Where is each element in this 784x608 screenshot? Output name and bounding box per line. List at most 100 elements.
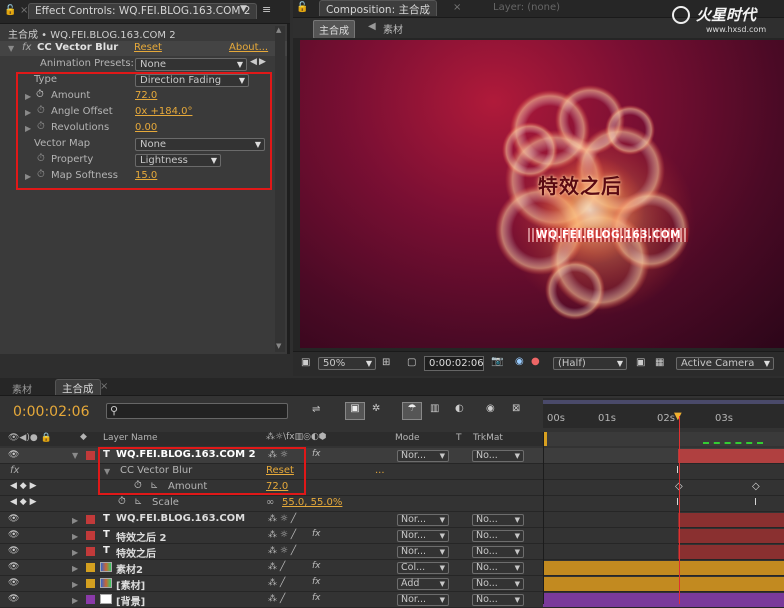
reset-link[interactable]: Reset xyxy=(134,42,162,53)
subtab-main[interactable]: 主合成 xyxy=(313,20,355,39)
fx-switch-icon[interactable]: fx xyxy=(312,577,321,587)
tab-timeline-source[interactable]: 素材 xyxy=(12,381,32,396)
panel-menu-icon[interactable]: ≡ xyxy=(262,3,271,16)
expand-triangle-icon[interactable]: ▶ xyxy=(72,532,78,541)
layer-duration-bar[interactable] xyxy=(678,545,784,559)
keyframe-nav-icon[interactable]: ◀ ◆ ▶ xyxy=(10,497,37,507)
layer-name[interactable]: 特效之后 xyxy=(116,545,156,560)
layer-switches[interactable]: ⁂ ☼ ╱ xyxy=(268,530,296,540)
eye-icon[interactable]: 👁 xyxy=(8,450,19,460)
expand-triangle-icon[interactable]: ▶ xyxy=(72,516,78,525)
keyframe-marker-icon[interactable]: I xyxy=(754,497,757,508)
panel-lock-icon[interactable]: 🔓 xyxy=(296,2,308,13)
layer-color-label[interactable] xyxy=(86,515,95,524)
region-icon[interactable]: ▣ xyxy=(636,357,645,368)
layer-duration-bar[interactable] xyxy=(543,593,784,607)
layer-switches[interactable]: ⁂ ☼ ╱ xyxy=(268,514,296,524)
fx-switch-icon[interactable]: fx xyxy=(312,593,321,603)
col-layer-name[interactable]: Layer Name xyxy=(103,433,158,443)
layer-duration-bar[interactable] xyxy=(678,513,784,527)
draft-3d-icon[interactable]: ▣ xyxy=(345,402,365,420)
grid-icon[interactable]: ▣ xyxy=(301,357,310,368)
zoom-dropdown[interactable]: 50% xyxy=(318,357,376,370)
mode-dropdown[interactable]: Nor... xyxy=(397,530,449,542)
layer-duration-bar[interactable] xyxy=(543,561,784,575)
trkmat-dropdown[interactable]: No... xyxy=(472,450,524,462)
preset-next-icon[interactable]: ▶ xyxy=(259,57,266,67)
layer-name[interactable]: [素材] xyxy=(116,577,145,592)
col-trkmat[interactable]: TrkMat xyxy=(473,433,503,443)
tab-close-icon[interactable]: × xyxy=(100,381,108,392)
camera-dropdown[interactable]: Active Camera xyxy=(676,357,774,370)
tab-dropdown-icon[interactable]: ▼ xyxy=(240,4,247,14)
scrollbar[interactable]: ▲ ▼ xyxy=(275,26,285,352)
playhead-line[interactable] xyxy=(679,416,680,604)
layer-row[interactable]: 👁 ▶ T 特效之后 ⁂ ☼ ╱ Nor... No... xyxy=(0,544,784,560)
mode-dropdown[interactable]: Col... xyxy=(397,562,449,574)
playhead-icon[interactable]: ▼ xyxy=(674,411,682,422)
scale-value[interactable]: 55.0, 55.0% xyxy=(282,497,342,508)
trkmat-dropdown[interactable]: No... xyxy=(472,562,524,574)
expand-triangle-icon[interactable]: ▶ xyxy=(72,564,78,573)
layer-row[interactable]: 👁 ▶ [素材] ⁂ ╱ fx Add No... xyxy=(0,576,784,592)
layer-row[interactable]: 👁 ▶ T WQ.FEI.BLOG.163.COM ⁂ ☼ ╱ Nor... N… xyxy=(0,512,784,528)
layer-color-label[interactable] xyxy=(86,531,95,540)
layer-color-label[interactable] xyxy=(86,451,95,460)
tab-composition[interactable]: Composition: 主合成 xyxy=(319,0,437,16)
mode-dropdown[interactable]: Nor... xyxy=(397,514,449,526)
subrow-options-link[interactable]: ... xyxy=(375,465,385,476)
fx-switch-icon[interactable]: fx xyxy=(312,561,321,571)
layer-name[interactable]: WQ.FEI.BLOG.163.COM xyxy=(116,513,245,524)
composition-viewer[interactable]: 特效之后 WQ.FEI.BLOG.163.COM xyxy=(293,38,784,351)
work-area-bar[interactable] xyxy=(543,400,784,404)
layer-color-label[interactable] xyxy=(86,595,95,604)
layer-name[interactable]: [背景] xyxy=(116,593,145,608)
brainstorm-icon[interactable]: ⊠ xyxy=(512,403,520,414)
trkmat-dropdown[interactable]: No... xyxy=(472,578,524,590)
trkmat-dropdown[interactable]: No... xyxy=(472,594,524,606)
timeline-timecode[interactable]: 0:00:02:06 xyxy=(13,404,90,420)
graph-editor-icon[interactable]: ◉ xyxy=(486,403,495,414)
layer-name[interactable]: 特效之后 2 xyxy=(116,529,166,544)
keyframe-nav-icon[interactable]: ◀ ◆ ▶ xyxy=(10,481,37,491)
fx-switch-icon[interactable]: fx xyxy=(312,529,321,539)
layer-duration-bar[interactable] xyxy=(678,529,784,543)
layer-duration-bar[interactable] xyxy=(678,449,784,463)
expand-triangle-icon[interactable]: ▶ xyxy=(72,580,78,589)
snapshot-icon[interactable]: 📷 xyxy=(491,356,503,367)
subtab-source[interactable]: 素材 xyxy=(383,21,403,36)
mode-dropdown[interactable]: Add xyxy=(397,578,449,590)
layer-duration-bar[interactable] xyxy=(543,577,784,591)
eye-icon[interactable]: 👁 xyxy=(8,530,19,540)
layer-search-input[interactable]: ⚲ xyxy=(106,403,288,419)
layer-color-label[interactable] xyxy=(86,547,95,556)
layer-row[interactable]: 👁 ▶ 素材2 ⁂ ╱ fx Col... No... xyxy=(0,560,784,576)
show-snapshot-icon[interactable]: ◉ xyxy=(515,356,524,367)
eye-icon[interactable]: 👁 xyxy=(8,514,19,524)
collapse-triangle-icon[interactable]: ▼ xyxy=(8,44,14,53)
layer-row[interactable]: 👁 ▶ T 特效之后 2 ⁂ ☼ ╱ fx Nor... No... xyxy=(0,528,784,544)
resolution-dropdown[interactable]: (Half) xyxy=(553,357,627,370)
tab-close-icon[interactable]: × xyxy=(453,2,461,13)
time-ruler[interactable]: 00s 01s 02s 03s ▼ xyxy=(543,398,784,428)
preset-prev-icon[interactable]: ◀ xyxy=(250,57,257,67)
eye-icon[interactable]: 👁 xyxy=(8,594,19,604)
keyframe-icon[interactable]: ◇ xyxy=(752,481,760,492)
motion-blur-icon[interactable]: ◐ xyxy=(455,403,464,414)
layer-color-label[interactable] xyxy=(86,563,95,572)
tab-effect-controls[interactable]: Effect Controls: WQ.FEI.BLOG.163.COM 2 xyxy=(28,3,258,19)
viewer-timecode[interactable]: 0:00:02:06 xyxy=(424,356,484,371)
eye-icon[interactable]: 👁 xyxy=(8,562,19,572)
about-link[interactable]: About... xyxy=(229,42,268,53)
col-mode[interactable]: Mode xyxy=(395,433,420,443)
fx-icon[interactable]: fx xyxy=(10,465,19,476)
channel-icon[interactable]: ● xyxy=(531,356,540,367)
animation-presets-dropdown[interactable]: None xyxy=(135,58,247,71)
layer-switches[interactable]: ⁂ ╱ xyxy=(268,562,285,572)
trkmat-dropdown[interactable]: No... xyxy=(472,546,524,558)
tab-timeline-main[interactable]: 主合成 xyxy=(55,379,101,395)
trkmat-dropdown[interactable]: No... xyxy=(472,514,524,526)
collapse-triangle-icon[interactable]: ▼ xyxy=(72,451,78,460)
mask-icon[interactable]: ▢ xyxy=(407,357,416,368)
mode-dropdown[interactable]: Nor... xyxy=(397,450,449,462)
